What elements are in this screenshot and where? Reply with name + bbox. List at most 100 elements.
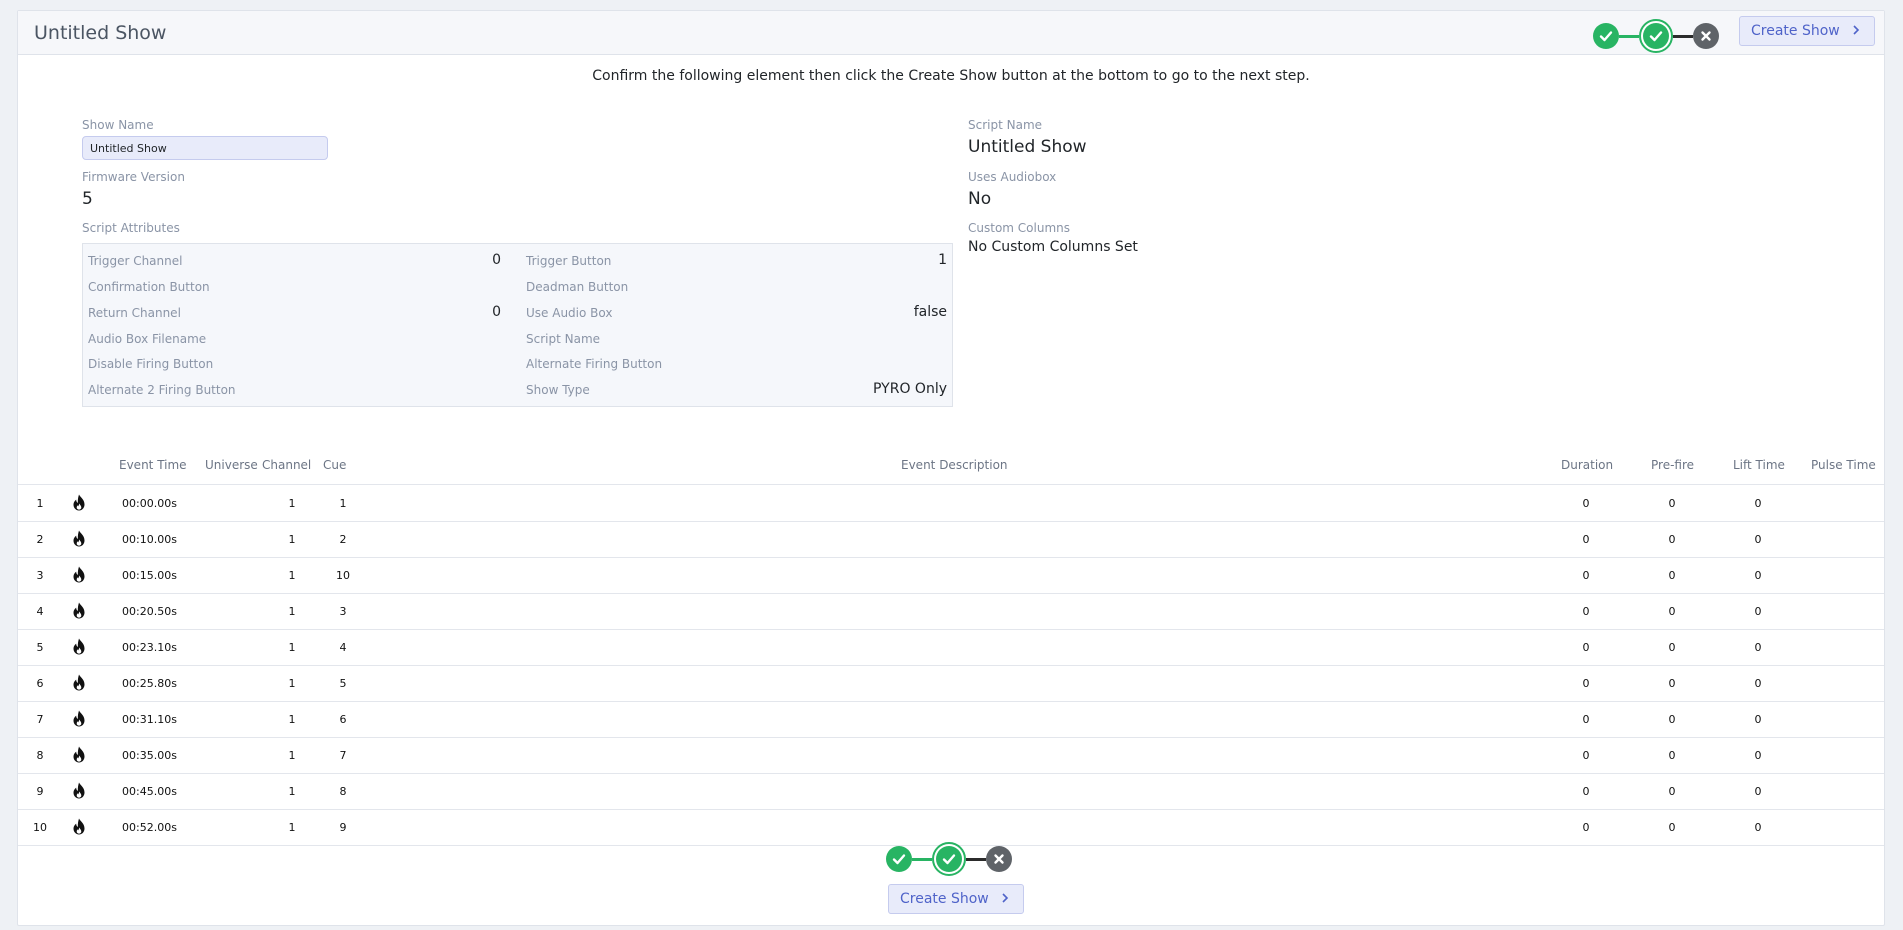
create-show-button-bottom[interactable]: Create Show [888,884,1024,914]
attribute-name: Return Channel [88,306,181,320]
attribute-value: 0 [492,252,501,268]
create-show-card: Untitled Show Create Show Confirm the fo [17,10,1885,926]
prefire-value: 0 [1668,677,1676,690]
table-row[interactable]: 8 00:35.00s 1 7 0 0 0 [18,738,1884,774]
show-name-input[interactable] [82,136,328,160]
step-complete-icon [886,846,912,872]
flame-icon [72,818,88,836]
lift-time-value: 0 [1754,497,1762,510]
table-row[interactable]: 1 00:00.00s 1 1 0 0 0 [18,486,1884,522]
attribute-name: Audio Box Filename [88,332,207,346]
attribute-value: 1 [938,252,947,268]
flame-icon [72,494,88,512]
col-prefire[interactable]: Pre-fire [1651,458,1694,472]
row-number: 8 [36,749,44,762]
col-universe[interactable]: Universe [205,458,258,472]
attribute-name: Use Audio Box [526,306,613,320]
script-name-value: Untitled Show [968,137,1087,157]
duration-value: 0 [1582,497,1590,510]
flame-icon [72,530,88,548]
duration-value: 0 [1582,677,1590,690]
firmware-version-value: 5 [82,189,93,209]
cue-value: 6 [339,713,347,726]
step-complete-icon [1593,23,1619,49]
duration-value: 0 [1582,821,1590,834]
step-connector [1673,34,1693,38]
event-time: 00:31.10s [122,713,177,726]
event-time: 00:45.00s [122,785,177,798]
attribute-value: false [913,304,947,320]
event-time: 00:35.00s [122,749,177,762]
channel-value: 1 [288,605,296,618]
attribute-row: Disable Firing Button Alternate Firing B… [83,353,952,375]
uses-audiobox-value: No [968,189,992,209]
prefire-value: 0 [1668,749,1676,762]
flame-icon [72,746,88,764]
event-time: 00:23.10s [122,641,177,654]
uses-audiobox-label: Uses Audiobox [968,170,1057,184]
table-row[interactable]: 5 00:23.10s 1 4 0 0 0 [18,630,1884,666]
duration-value: 0 [1582,605,1590,618]
table-row[interactable]: 6 00:25.80s 1 5 0 0 0 [18,666,1884,702]
col-event-time[interactable]: Event Time [119,458,187,472]
row-number: 6 [36,677,44,690]
create-show-button-top[interactable]: Create Show [1739,16,1875,46]
table-row[interactable]: 9 00:45.00s 1 8 0 0 0 [18,774,1884,810]
col-cue[interactable]: Cue [323,458,346,472]
event-time: 00:52.00s [122,821,177,834]
channel-value: 1 [288,497,296,510]
col-pulse-time[interactable]: Pulse Time [1811,458,1876,472]
attribute-row: Audio Box Filename Script Name [83,328,952,350]
table-row[interactable]: 4 00:20.50s 1 3 0 0 0 [18,594,1884,630]
event-time: 00:00.00s [122,497,177,510]
table-row[interactable]: 10 00:52.00s 1 9 0 0 0 [18,810,1884,846]
col-duration[interactable]: Duration [1561,458,1613,472]
lift-time-value: 0 [1754,749,1762,762]
cue-value: 1 [339,497,347,510]
custom-columns-label: Custom Columns [968,221,1070,235]
attribute-row: Trigger Channel 0 Trigger Button 1 [83,250,952,272]
table-row[interactable]: 7 00:31.10s 1 6 0 0 0 [18,702,1884,738]
prefire-value: 0 [1668,641,1676,654]
show-name-label: Show Name [82,118,154,132]
event-time: 00:25.80s [122,677,177,690]
firmware-version-label: Firmware Version [82,170,185,184]
cue-value: 10 [336,569,350,582]
col-channel[interactable]: Channel [262,458,311,472]
flame-icon [72,710,88,728]
chevron-right-icon [1001,891,1009,907]
row-number: 5 [36,641,44,654]
col-lift-time[interactable]: Lift Time [1733,458,1785,472]
instruction-text: Confirm the following element then click… [592,68,1310,84]
flame-icon [72,638,88,656]
channel-value: 1 [288,785,296,798]
attribute-name: Script Name [526,332,601,346]
table-row[interactable]: 3 00:15.00s 1 10 0 0 0 [18,558,1884,594]
step-current-icon [1639,19,1673,53]
duration-value: 0 [1582,713,1590,726]
cue-value: 4 [339,641,347,654]
lift-time-value: 0 [1754,677,1762,690]
attribute-name: Trigger Button [526,254,612,268]
cue-value: 5 [339,677,347,690]
step-connector [912,857,932,861]
attribute-row: Return Channel 0 Use Audio Box false [83,302,952,324]
channel-value: 1 [288,641,296,654]
table-row[interactable]: 2 00:10.00s 1 2 0 0 0 [18,522,1884,558]
row-number: 9 [36,785,44,798]
duration-value: 0 [1582,785,1590,798]
flame-icon [72,782,88,800]
step-progress-top [1593,19,1719,53]
row-number: 3 [36,569,44,582]
cue-value: 7 [339,749,347,762]
show-title: Untitled Show [34,22,167,44]
col-event-description[interactable]: Event Description [901,458,1008,472]
script-attributes-panel: Trigger Channel 0 Trigger Button 1 Confi… [82,243,953,407]
prefire-value: 0 [1668,821,1676,834]
channel-value: 1 [288,713,296,726]
lift-time-value: 0 [1754,641,1762,654]
prefire-value: 0 [1668,785,1676,798]
flame-icon [72,674,88,692]
attribute-name: Alternate 2 Firing Button [88,383,236,397]
step-connector [1619,34,1639,38]
